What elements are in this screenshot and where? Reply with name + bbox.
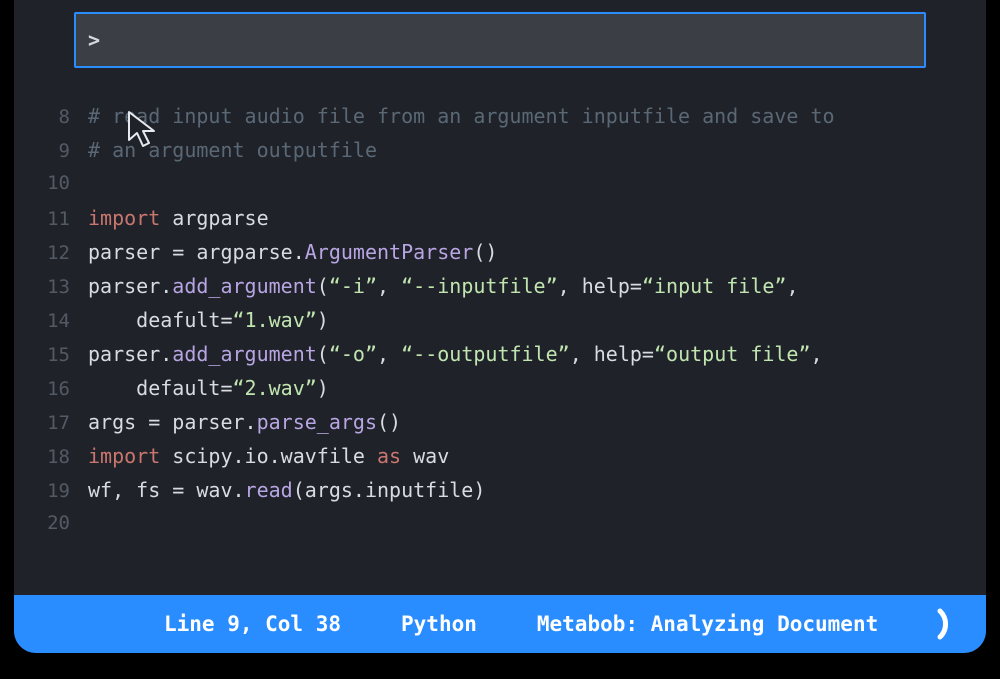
code-content[interactable]: import scipy.io.wavfile as wav <box>88 444 449 468</box>
code-line[interactable]: 19wf, fs = wav.read(args.inputfile) <box>32 478 986 512</box>
token-default: wav <box>401 444 449 468</box>
line-number: 14 <box>32 310 88 332</box>
code-content[interactable]: parser.add_argument(“-i”, “--inputfile”,… <box>88 274 799 298</box>
token-default: , <box>811 342 823 366</box>
token-string: “2.wav” <box>233 376 317 400</box>
token-default: args = parser. <box>88 410 257 434</box>
token-default: , help= <box>570 342 654 366</box>
status-message: Metabob: Analyzing Document <box>537 612 878 636</box>
line-number: 10 <box>32 172 88 194</box>
token-default: ) <box>317 308 329 332</box>
token-keyword: import <box>88 206 160 230</box>
spinner-icon <box>936 607 962 641</box>
line-number: 16 <box>32 378 88 400</box>
token-func: parse_args <box>257 410 377 434</box>
token-default: ( <box>317 342 329 366</box>
code-line[interactable]: 10 <box>32 172 986 206</box>
token-string: “output file” <box>654 342 811 366</box>
token-default: scipy.io.wavfile <box>160 444 377 468</box>
code-line[interactable]: 8# read input audio file from an argumen… <box>32 104 986 138</box>
code-content[interactable]: # read input audio file from an argument… <box>88 104 835 128</box>
token-default: (args.inputfile) <box>293 478 486 502</box>
token-default: deafult= <box>88 308 233 332</box>
token-default: , <box>786 274 798 298</box>
command-bar-container: > <box>14 0 986 68</box>
code-line[interactable]: 12parser = argparse.ArgumentParser() <box>32 240 986 274</box>
token-string: “input file” <box>642 274 787 298</box>
token-default: ( <box>317 274 329 298</box>
line-number: 12 <box>32 242 88 264</box>
token-default: argparse <box>160 206 268 230</box>
token-default: parser. <box>88 342 172 366</box>
code-content[interactable]: deafult=“1.wav”) <box>88 308 329 332</box>
code-content[interactable]: parser.add_argument(“-o”, “--outputfile”… <box>88 342 823 366</box>
editor-window: > 8# read input audio file from an argum… <box>14 0 986 653</box>
code-line[interactable]: 20 <box>32 512 986 546</box>
token-string: “--outputfile” <box>401 342 570 366</box>
status-language[interactable]: Python <box>401 612 477 636</box>
code-content[interactable]: import argparse <box>88 206 269 230</box>
token-comment: # read input audio file from an argument… <box>88 104 835 128</box>
token-func: add_argument <box>172 342 317 366</box>
code-line[interactable]: 15parser.add_argument(“-o”, “--outputfil… <box>32 342 986 376</box>
token-default: wf, fs = wav. <box>88 478 245 502</box>
code-line[interactable]: 11import argparse <box>32 206 986 240</box>
code-line[interactable]: 16 default=“2.wav”) <box>32 376 986 410</box>
command-prompt-icon: > <box>88 28 100 52</box>
line-number: 11 <box>32 208 88 230</box>
token-string: “-i” <box>329 274 377 298</box>
code-line[interactable]: 18import scipy.io.wavfile as wav <box>32 444 986 478</box>
line-number: 17 <box>32 412 88 434</box>
token-default: () <box>473 240 497 264</box>
token-string: “-o” <box>329 342 377 366</box>
line-number: 15 <box>32 344 88 366</box>
command-input[interactable] <box>108 28 912 52</box>
token-func: ArgumentParser <box>305 240 474 264</box>
line-number: 18 <box>32 446 88 468</box>
token-func: read <box>245 478 293 502</box>
code-content[interactable]: args = parser.parse_args() <box>88 410 401 434</box>
code-line[interactable]: 9# an argument outputfile <box>32 138 986 172</box>
token-default: parser. <box>88 274 172 298</box>
status-cursor-position[interactable]: Line 9, Col 38 <box>164 612 341 636</box>
code-line[interactable]: 14 deafult=“1.wav”) <box>32 308 986 342</box>
token-keyword: import <box>88 444 160 468</box>
token-default: ) <box>317 376 329 400</box>
mouse-cursor-icon <box>126 110 160 148</box>
token-string: “1.wav” <box>233 308 317 332</box>
status-bar: Line 9, Col 38 Python Metabob: Analyzing… <box>14 595 986 653</box>
token-default: () <box>377 410 401 434</box>
token-default: parser = argparse. <box>88 240 305 264</box>
token-default: default= <box>88 376 233 400</box>
token-func: add_argument <box>172 274 317 298</box>
line-number: 9 <box>32 140 88 162</box>
code-content[interactable]: wf, fs = wav.read(args.inputfile) <box>88 478 485 502</box>
token-keyword: as <box>377 444 401 468</box>
code-content[interactable]: default=“2.wav”) <box>88 376 329 400</box>
code-content[interactable]: parser = argparse.ArgumentParser() <box>88 240 497 264</box>
code-line[interactable]: 13parser.add_argument(“-i”, “--inputfile… <box>32 274 986 308</box>
line-number: 13 <box>32 276 88 298</box>
token-default: , help= <box>558 274 642 298</box>
code-line[interactable]: 17args = parser.parse_args() <box>32 410 986 444</box>
token-default: , <box>377 274 401 298</box>
token-default: , <box>377 342 401 366</box>
command-bar[interactable]: > <box>74 12 926 68</box>
line-number: 19 <box>32 480 88 502</box>
line-number: 20 <box>32 512 88 534</box>
line-number: 8 <box>32 106 88 128</box>
token-string: “--inputfile” <box>401 274 558 298</box>
